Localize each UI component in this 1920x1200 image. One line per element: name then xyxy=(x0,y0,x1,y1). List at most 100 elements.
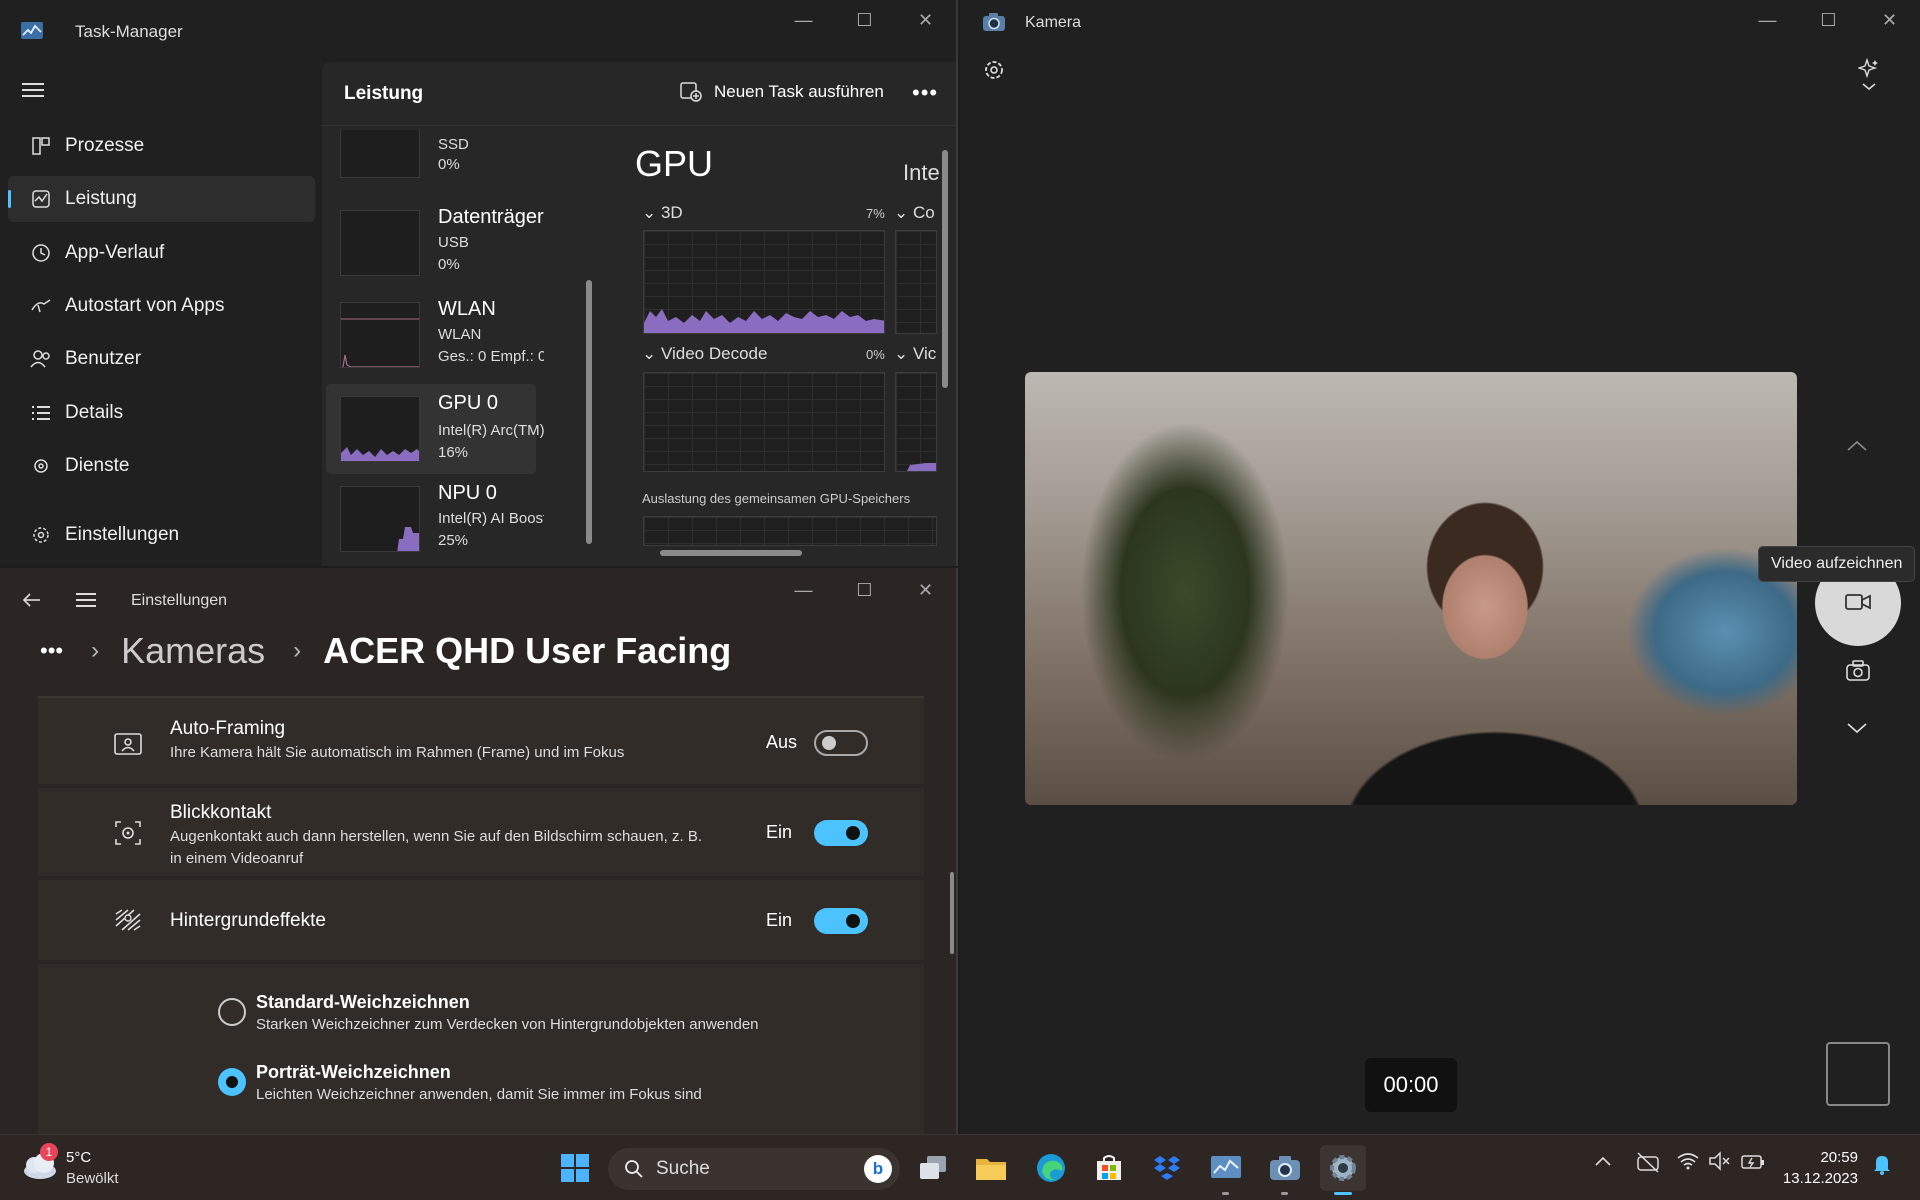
breadcrumb-more-button[interactable]: ••• xyxy=(40,638,63,664)
maximize-icon[interactable]: ☐ xyxy=(834,570,895,610)
device-name: Datenträger 1 (I xyxy=(438,206,544,228)
engine-3d-selector[interactable]: ⌄ 3D xyxy=(642,203,683,223)
volume-muted-icon[interactable] xyxy=(1708,1151,1732,1171)
camera-taskbar-icon[interactable] xyxy=(1262,1145,1308,1195)
eye-contact-toggle[interactable] xyxy=(814,820,868,846)
engine-3d-pct: 7% xyxy=(866,206,885,221)
last-capture-thumbnail[interactable] xyxy=(1826,1042,1890,1106)
device-item-gpu0[interactable]: GPU 0 Intel(R) Arc(TM) Grap 16% xyxy=(326,384,544,474)
nav-label: Leistung xyxy=(65,188,137,209)
running-indicator xyxy=(1222,1192,1229,1195)
device-type: Intel(R) Arc(TM) Grap xyxy=(438,422,544,439)
engine-video-decode-selector[interactable]: ⌄ Video Decode xyxy=(642,344,767,364)
nav-prozesse[interactable]: Prozesse xyxy=(8,123,315,169)
start-windows-icon[interactable] xyxy=(552,1145,598,1191)
weather-widget[interactable]: 1 xyxy=(20,1143,60,1185)
nav-app-verlauf[interactable]: App-Verlauf xyxy=(8,230,315,276)
camera-off-icon[interactable] xyxy=(1636,1151,1660,1173)
photo-mode-camera-icon[interactable] xyxy=(1846,660,1870,682)
breadcrumb-parent-link[interactable]: Kameras xyxy=(121,630,265,672)
more-options-button[interactable]: ••• xyxy=(912,80,938,106)
device-item-npu0[interactable]: NPU 0 Intel(R) AI Boost 25% xyxy=(326,478,544,566)
engine-copy-selector[interactable]: ⌄ Co xyxy=(894,203,935,223)
minimize-icon[interactable]: — xyxy=(773,0,834,40)
battery-charging-icon[interactable] xyxy=(1740,1151,1766,1171)
chevron-up-icon[interactable] xyxy=(1594,1155,1612,1167)
auto-framing-state: Aus xyxy=(766,732,798,752)
chevron-down-icon[interactable] xyxy=(1846,722,1868,734)
device-name: WLAN xyxy=(438,298,496,320)
task-manager-taskbar-icon[interactable] xyxy=(1203,1145,1249,1195)
device-type: USB xyxy=(438,234,469,251)
engine-copy-label: Co xyxy=(912,203,935,222)
nav-leistung[interactable]: Leistung xyxy=(8,176,315,222)
chevron-up-icon[interactable] xyxy=(1846,440,1868,452)
close-icon[interactable]: ✕ xyxy=(895,0,956,40)
notification-bell-icon[interactable] xyxy=(1872,1153,1892,1175)
nav-label: Dienste xyxy=(65,455,130,476)
task-manager-app-icon xyxy=(20,20,44,42)
panel-title: Leistung xyxy=(344,82,424,104)
shared-memory-label: Auslastung des gemeinsamen GPU-Speichers xyxy=(642,491,911,506)
settings-taskbar-icon[interactable] xyxy=(1320,1145,1366,1195)
nav-autostart[interactable]: Autostart von Apps xyxy=(8,283,315,329)
camera-settings-gear-icon[interactable] xyxy=(982,58,1006,82)
effects-sparkle-icon[interactable] xyxy=(1858,58,1880,94)
background-effects-toggle[interactable] xyxy=(814,908,868,934)
microsoft-store-icon[interactable] xyxy=(1086,1145,1132,1191)
device-item-wlan[interactable]: WLAN WLAN Ges.: 0 Empf.: 0 KBit, xyxy=(326,294,544,384)
history-icon xyxy=(8,243,65,263)
minimize-icon[interactable]: — xyxy=(773,570,834,610)
taskbar-search[interactable]: Suche b xyxy=(608,1148,900,1190)
device-list: SSD 0% Datenträger 1 (I USB 0% WLAN WLAN… xyxy=(326,130,544,566)
chevron-down-icon: ⌄ xyxy=(642,344,661,363)
maximize-icon[interactable]: ☐ xyxy=(834,0,895,40)
camera-window: Kamera — ☐ ✕ Video aufzeichnen 00:00 xyxy=(960,0,1920,1134)
device-item-disk1[interactable]: Datenträger 1 (I USB 0% xyxy=(326,202,544,292)
maximize-icon[interactable]: ☐ xyxy=(1798,0,1859,40)
wifi-icon[interactable] xyxy=(1676,1151,1700,1171)
device-list-scrollbar[interactable] xyxy=(586,280,592,544)
auto-framing-toggle[interactable] xyxy=(814,730,868,756)
settings-scrollbar[interactable] xyxy=(950,872,954,954)
nav-einstellungen[interactable]: Einstellungen xyxy=(8,512,315,558)
camera-preview xyxy=(1025,372,1797,805)
close-icon[interactable]: ✕ xyxy=(1859,0,1920,40)
detail-horizontal-scrollbar[interactable] xyxy=(660,550,802,556)
task-view-icon[interactable] xyxy=(910,1145,956,1191)
minimize-icon[interactable]: — xyxy=(1737,0,1798,40)
dropbox-icon[interactable] xyxy=(1144,1145,1190,1191)
portrait-blur-radio[interactable] xyxy=(218,1068,246,1096)
graph-video-decode xyxy=(643,372,885,472)
auto-framing-title: Auto-Framing xyxy=(170,718,286,739)
close-icon[interactable]: ✕ xyxy=(895,570,956,610)
nav-benutzer[interactable]: Benutzer xyxy=(8,336,315,382)
gpu-vendor-partial: Inte xyxy=(903,160,940,185)
engine-video-selector[interactable]: ⌄ Vic xyxy=(894,344,936,364)
settings-window: Einstellungen — ☐ ✕ ••• › Kameras › ACER… xyxy=(0,568,958,1134)
edge-browser-icon[interactable] xyxy=(1028,1145,1074,1191)
device-usage: 0% xyxy=(438,256,460,273)
chevron-down-icon: ⌄ xyxy=(894,203,913,222)
run-new-task-button[interactable]: Neuen Task ausführen xyxy=(680,82,884,102)
active-indicator xyxy=(8,190,11,208)
background-effects-title: Hintergrundeffekte xyxy=(170,910,326,931)
file-explorer-icon[interactable] xyxy=(968,1145,1014,1191)
device-name: GPU 0 xyxy=(438,392,499,414)
detail-vertical-scrollbar[interactable] xyxy=(942,150,948,388)
device-item-ssd[interactable]: SSD 0% xyxy=(326,130,536,204)
hamburger-menu-icon[interactable] xyxy=(22,82,44,98)
nav-details[interactable]: Details xyxy=(8,390,315,436)
portrait-blur-title: Porträt-Weichzeichnen xyxy=(256,1062,451,1082)
background-effects-icon xyxy=(114,908,142,932)
back-arrow-icon[interactable] xyxy=(22,592,42,608)
device-thumbnail xyxy=(340,210,420,276)
taskbar: 1 5°C Bewölkt Suche b 20:59 13.12.2023 xyxy=(0,1134,1920,1200)
hamburger-menu-icon[interactable] xyxy=(76,592,96,608)
weather-text[interactable]: 5°C Bewölkt xyxy=(66,1147,119,1189)
clock[interactable]: 20:59 13.12.2023 xyxy=(1780,1147,1858,1189)
nav-dienste[interactable]: Dienste xyxy=(8,443,315,489)
active-indicator xyxy=(1334,1192,1352,1195)
weather-condition: Bewölkt xyxy=(66,1170,119,1187)
standard-blur-radio[interactable] xyxy=(218,998,246,1026)
